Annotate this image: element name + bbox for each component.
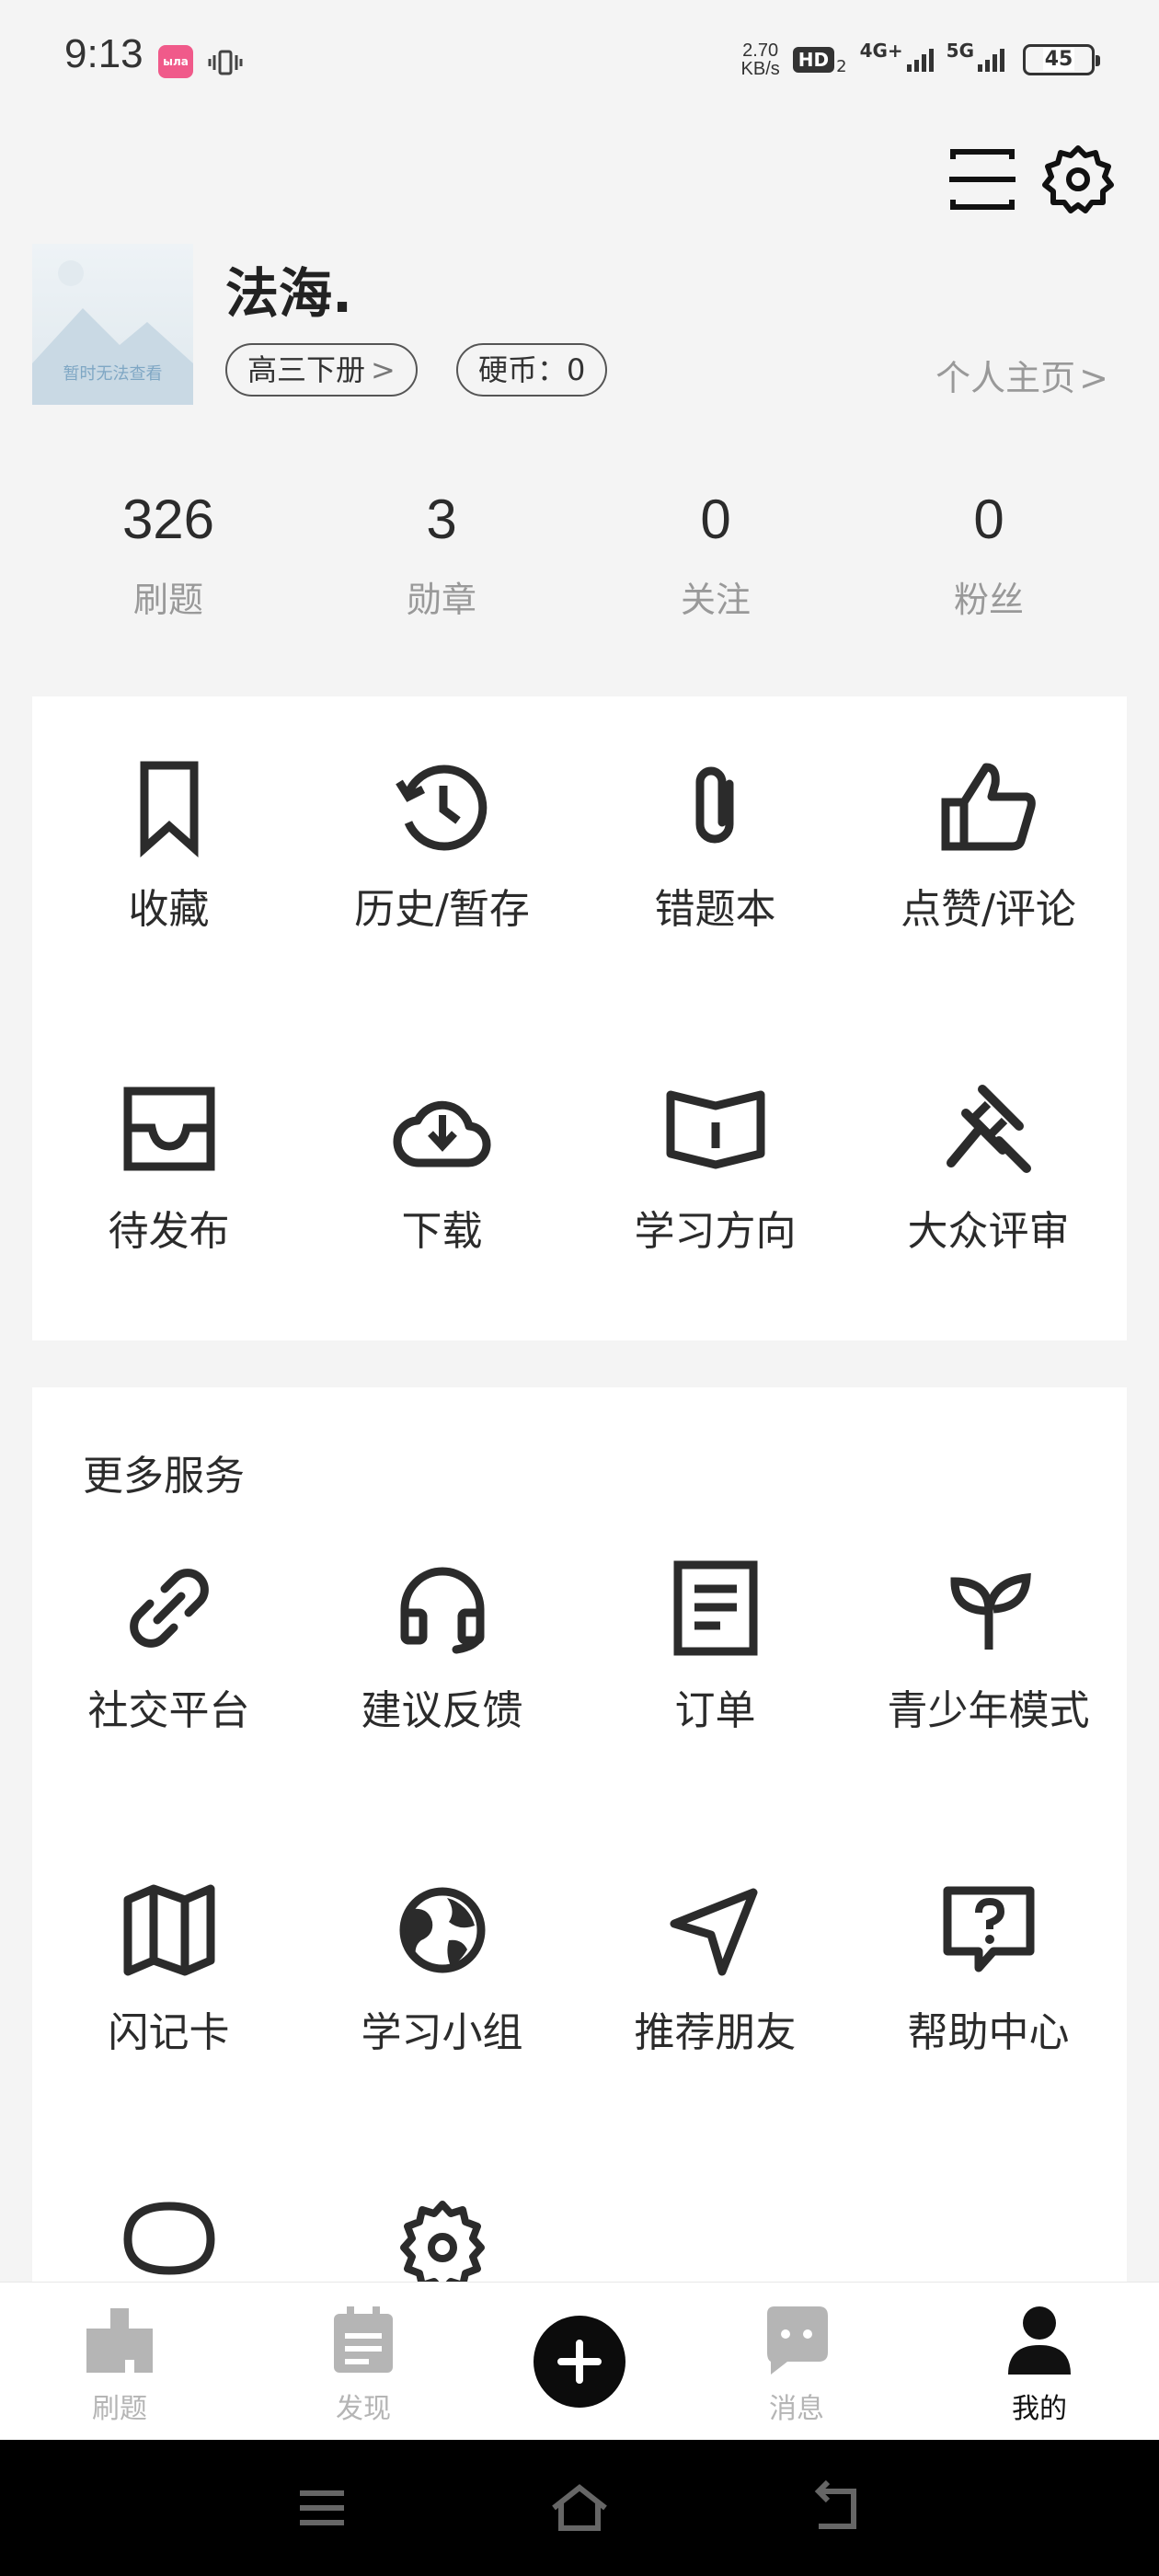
scan-icon[interactable] xyxy=(946,143,1019,216)
menu-learning-direction[interactable]: 学习方向 xyxy=(579,1078,852,1257)
network-type-1: 4G+ xyxy=(859,40,903,62)
bookmark-icon xyxy=(140,761,198,857)
menu-mistakes[interactable]: 错题本 xyxy=(579,756,852,935)
stat-medals[interactable]: 3 勋章 xyxy=(340,488,543,622)
history-icon xyxy=(395,765,487,851)
hd-voice-icon: HD xyxy=(792,47,835,73)
menu-public-review[interactable]: 大众评审 xyxy=(852,1078,1125,1257)
menu-likes-comments[interactable]: 点赞/评论 xyxy=(852,756,1125,935)
send-icon xyxy=(670,1888,757,1976)
headset-icon xyxy=(400,1567,484,1654)
tab-practice[interactable]: 刷题 xyxy=(37,2303,202,2426)
service-flashcards[interactable]: 闪记卡 xyxy=(32,1880,305,2058)
settings-icon[interactable] xyxy=(1041,143,1115,216)
service-study-group[interactable]: 学习小组 xyxy=(305,1880,579,2058)
tab-discover[interactable]: 发现 xyxy=(281,2303,446,2426)
service-recommend-friends[interactable]: 推荐朋友 xyxy=(579,1880,852,2058)
menu-history[interactable]: 历史/暂存 xyxy=(305,756,579,935)
service-teen-mode[interactable]: 青少年模式 xyxy=(852,1558,1125,1736)
vibrate-icon xyxy=(208,50,243,75)
menu-icon[interactable] xyxy=(294,2480,350,2536)
avatar-caption: 暂时无法查看 xyxy=(63,364,163,384)
homepage-link[interactable]: 个人主页 > xyxy=(935,350,1108,400)
service-feedback[interactable]: 建议反馈 xyxy=(305,1558,579,1736)
gavel-icon xyxy=(946,1085,1031,1173)
stat-fans[interactable]: 0 粉丝 xyxy=(888,488,1090,622)
section-title: 更多服务 xyxy=(83,1453,245,1500)
menu-favorites[interactable]: 收藏 xyxy=(32,756,305,935)
calendar-icon xyxy=(334,2306,393,2373)
app-notification-icon: ыла xyxy=(158,45,193,78)
grade-chip[interactable]: 高三下册 > xyxy=(225,343,418,397)
stat-following[interactable]: 0 关注 xyxy=(614,488,817,622)
signal-icon xyxy=(978,48,1004,72)
status-time: 9:13 xyxy=(64,31,143,76)
menu-download[interactable]: 下载 xyxy=(305,1078,579,1257)
tab-messages[interactable]: 消息 xyxy=(714,2303,879,2426)
thumbs-up-icon xyxy=(941,763,1036,851)
link-icon xyxy=(129,1569,209,1648)
status-bar: 9:13 ыла 2.70 KB/s HD 2 4G+ 5G 45 xyxy=(0,0,1159,120)
menu-pending[interactable]: 待发布 xyxy=(32,1078,305,1257)
person-icon xyxy=(1008,2306,1071,2375)
username: 法海. xyxy=(225,262,353,325)
network-speed: 2.70 KB/s xyxy=(740,40,780,79)
battery-icon: 45 xyxy=(1023,44,1100,75)
service-orders[interactable]: 订单 xyxy=(579,1558,852,1736)
home-icon[interactable] xyxy=(550,2480,609,2536)
message-icon xyxy=(767,2306,828,2375)
avatar[interactable]: 暂时无法查看 xyxy=(32,244,193,405)
document-icon xyxy=(673,1560,757,1656)
paperclip-icon xyxy=(695,766,733,844)
tab-mine[interactable]: 我的 xyxy=(957,2303,1122,2426)
network-type-2: 5G xyxy=(946,40,974,62)
open-book-icon xyxy=(666,1090,764,1169)
more-services-card: 更多服务 社交平台 建议反馈 订单 青少年模式 闪记卡 学习小组 推荐朋友 帮助… xyxy=(32,1387,1127,2307)
sprout-icon xyxy=(949,1572,1031,1650)
bottom-tab-bar: 刷题 发现 消息 我的 xyxy=(0,2282,1159,2441)
brush-icon xyxy=(86,2308,153,2373)
map-icon xyxy=(123,1884,214,1976)
globe-icon xyxy=(399,1887,485,1973)
signal-icon xyxy=(906,48,934,72)
help-chat-icon xyxy=(943,1886,1034,1972)
cloud-download-icon xyxy=(393,1100,491,1167)
coin-chip[interactable]: 硬币：0 xyxy=(456,343,608,397)
system-nav-bar xyxy=(0,2440,1159,2576)
service-social[interactable]: 社交平台 xyxy=(32,1558,305,1736)
stat-practice[interactable]: 326 刷题 xyxy=(67,488,270,622)
plus-icon xyxy=(557,2340,602,2384)
add-button[interactable] xyxy=(534,2316,625,2408)
back-icon[interactable] xyxy=(809,2480,865,2536)
inbox-icon xyxy=(123,1087,214,1171)
quick-menu-card: 收藏 历史/暂存 错题本 点赞/评论 待发布 下载 学习方向 大众评审 xyxy=(32,696,1127,1340)
service-help-center[interactable]: 帮助中心 xyxy=(852,1880,1125,2058)
